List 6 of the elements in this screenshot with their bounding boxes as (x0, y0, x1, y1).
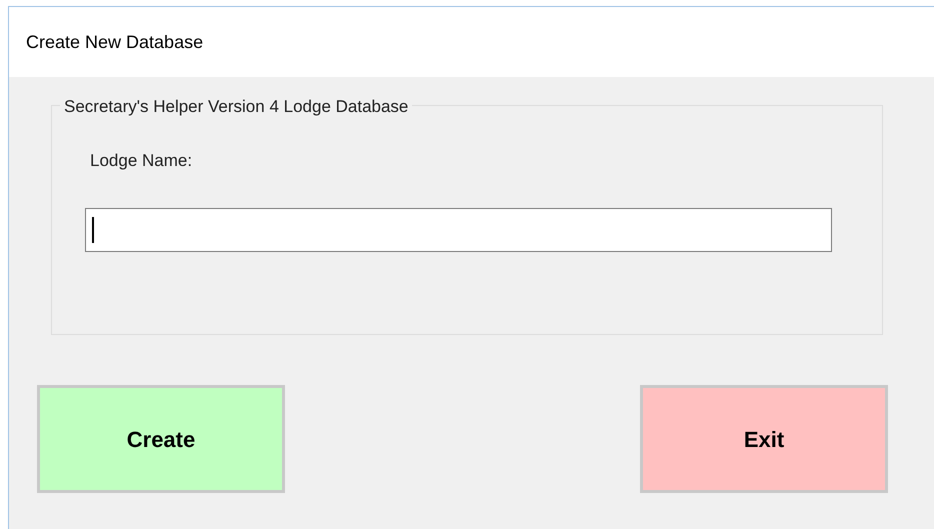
field-label: Lodge Name: (90, 150, 192, 172)
window-title: Create New Database (26, 30, 204, 54)
dialog-button[interactable]: Exit (640, 385, 888, 493)
lodge-name-field[interactable] (85, 208, 832, 252)
text-caret-icon (92, 217, 94, 243)
dialog-button[interactable]: Create (37, 385, 285, 493)
